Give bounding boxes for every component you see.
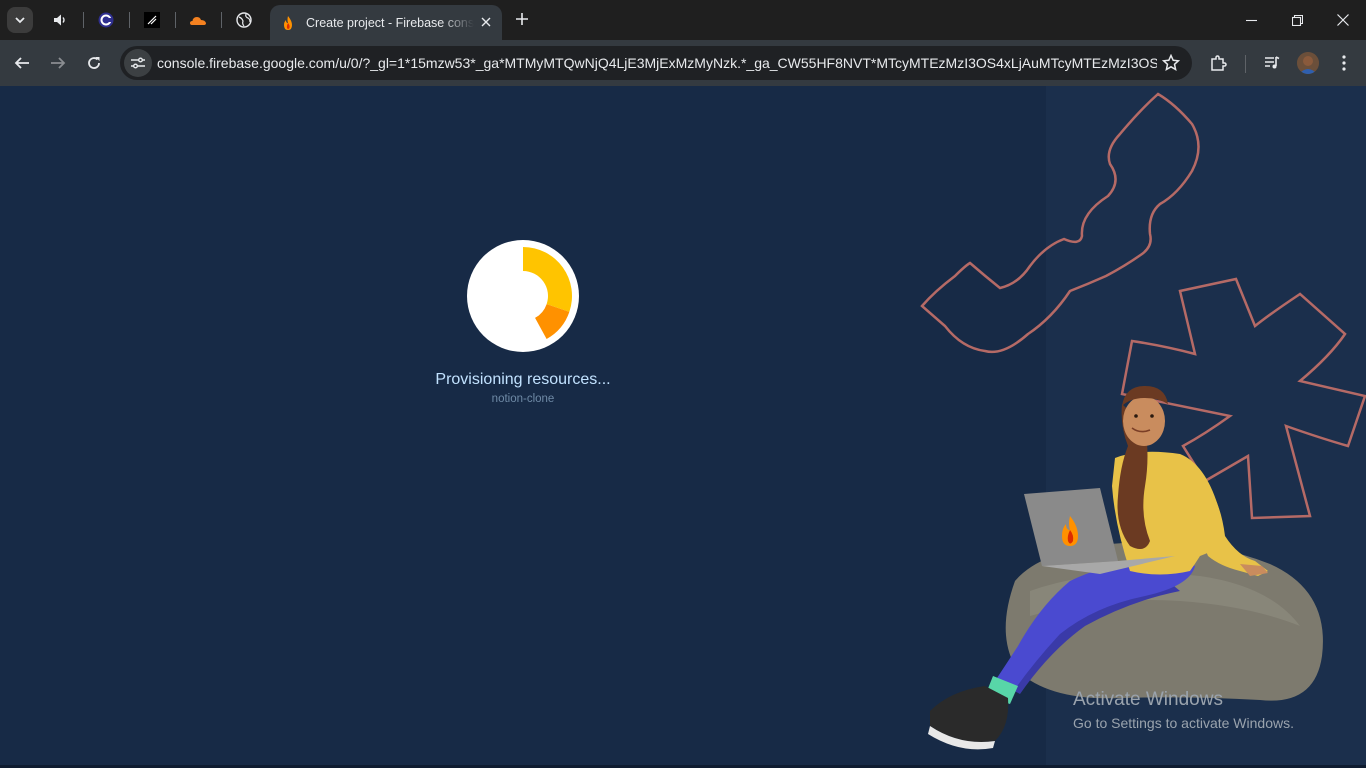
- provisioning-status-text: Provisioning resources...: [435, 371, 611, 388]
- bookmark-star-icon[interactable]: [1162, 54, 1180, 72]
- close-icon: [481, 17, 491, 27]
- minimize-icon: [1245, 19, 1257, 21]
- reload-button[interactable]: [80, 49, 108, 77]
- slash-square-icon: [144, 12, 160, 28]
- chevron-down-icon: [15, 17, 25, 24]
- window-close-button[interactable]: [1320, 0, 1366, 40]
- tab-strip: Create project - Firebase console: [0, 0, 1366, 40]
- tab-title: Create project - Firebase console: [306, 15, 474, 30]
- media-control-button[interactable]: [1258, 49, 1286, 77]
- tab-separator: [129, 12, 130, 28]
- active-tab[interactable]: Create project - Firebase console: [270, 5, 502, 40]
- back-icon: [14, 57, 29, 69]
- progress-spinner: [467, 240, 579, 352]
- extensions-icon: [1211, 55, 1227, 71]
- pinned-tab-5[interactable]: [232, 8, 256, 32]
- menu-kebab-icon: [1342, 55, 1346, 71]
- menu-button[interactable]: [1330, 49, 1358, 77]
- developer-illustration: [920, 92, 1366, 750]
- site-settings-button[interactable]: [124, 49, 152, 77]
- back-button[interactable]: [8, 49, 36, 77]
- address-bar[interactable]: console.firebase.google.com/u/0/?_gl=1*1…: [120, 46, 1192, 80]
- toolbar-separator: [1245, 55, 1246, 73]
- avatar-image: [1297, 52, 1319, 74]
- firebase-flame-icon: [284, 15, 292, 30]
- tab-separator: [221, 12, 222, 28]
- new-tab-button[interactable]: [511, 8, 533, 30]
- project-name: notion-clone: [491, 393, 555, 405]
- profile-avatar[interactable]: [1297, 52, 1319, 74]
- url-text[interactable]: console.firebase.google.com/u/0/?_gl=1*1…: [157, 55, 1157, 71]
- tab-close-button[interactable]: [477, 13, 495, 31]
- tab-separator: [175, 12, 176, 28]
- reload-icon: [88, 57, 100, 69]
- browser-toolbar: console.firebase.google.com/u/0/?_gl=1*1…: [0, 40, 1366, 86]
- pinned-tab-3[interactable]: [140, 8, 164, 32]
- speaker-icon: [54, 14, 65, 26]
- decor-outline-shape-1: [920, 92, 1200, 354]
- cloudflare-cloud-icon: [190, 17, 206, 25]
- globe-icon: [236, 12, 252, 28]
- activate-windows-title: Activate Windows: [1073, 689, 1223, 710]
- tab-separator: [83, 12, 84, 28]
- pinned-tab-2[interactable]: [94, 8, 118, 32]
- forward-icon: [51, 57, 66, 69]
- head: [1123, 396, 1165, 446]
- minimize-button[interactable]: [1228, 0, 1274, 40]
- plus-icon: [516, 13, 528, 25]
- restore-icon: [1291, 14, 1303, 26]
- circle-c-icon: [98, 12, 114, 28]
- restore-button[interactable]: [1274, 0, 1320, 40]
- pinned-tab-audio[interactable]: [48, 8, 72, 32]
- site-settings-icon: [131, 57, 145, 69]
- firebase-console-page: Provisioning resources... notion-clone A…: [0, 86, 1366, 768]
- tab-search-button[interactable]: [7, 7, 33, 33]
- pinned-tab-4[interactable]: [186, 8, 210, 32]
- extensions-button[interactable]: [1204, 49, 1232, 77]
- forward-button[interactable]: [44, 49, 72, 77]
- close-icon: [1337, 14, 1349, 26]
- activate-windows-subtitle: Go to Settings to activate Windows.: [1073, 715, 1294, 731]
- media-control-icon: [1265, 56, 1280, 69]
